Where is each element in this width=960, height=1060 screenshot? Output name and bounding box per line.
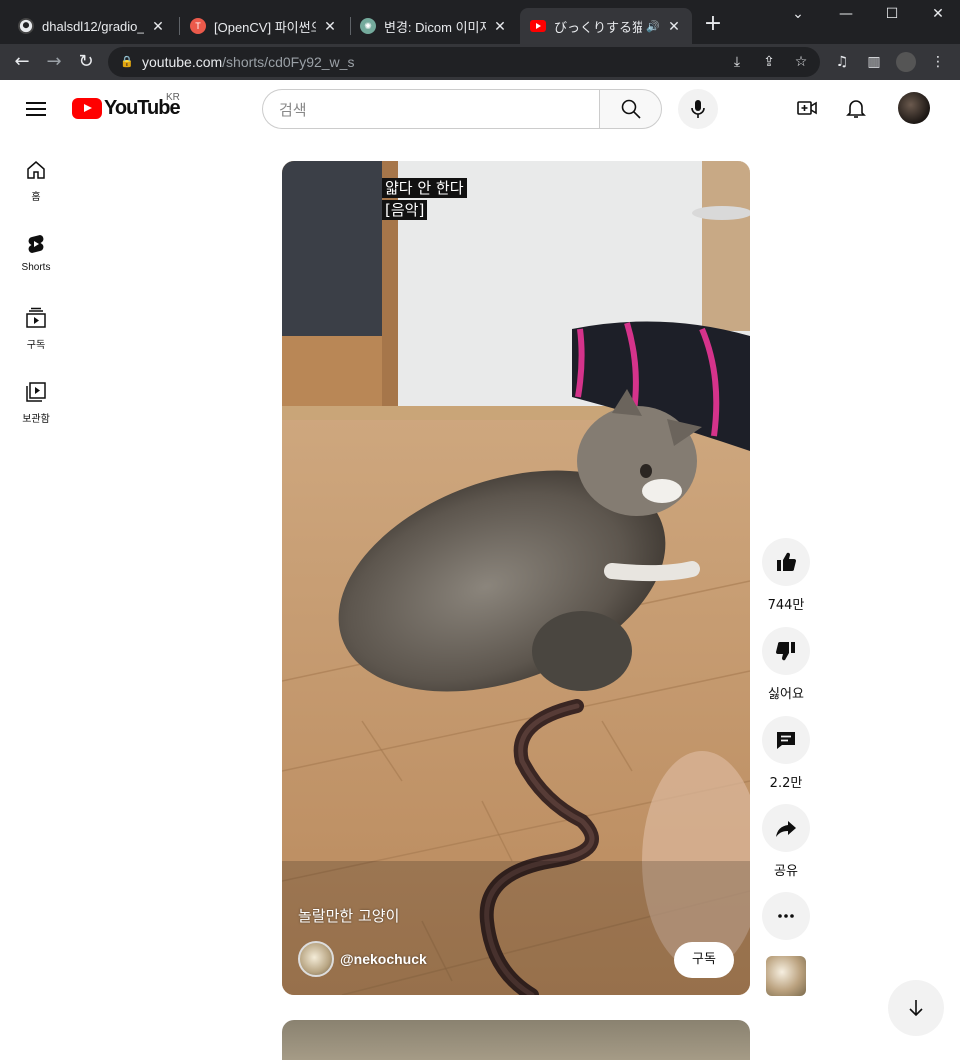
bookmark-star-icon[interactable]: ☆ bbox=[792, 53, 810, 71]
comment-icon bbox=[777, 732, 795, 749]
back-icon[interactable]: ← bbox=[10, 50, 34, 74]
share-label: 공유 bbox=[774, 864, 798, 879]
speaker-icon[interactable]: 🔊 bbox=[646, 20, 660, 33]
comment-count: 2.2만 bbox=[769, 776, 803, 791]
guide-menu-icon[interactable] bbox=[24, 98, 48, 118]
search-button[interactable] bbox=[599, 89, 662, 129]
region-code: KR bbox=[166, 92, 180, 103]
notifications-bell-icon[interactable] bbox=[844, 96, 868, 120]
comments-action[interactable]: 2.2만 bbox=[762, 716, 810, 791]
reload-icon[interactable]: ↻ bbox=[74, 50, 98, 74]
more-actions[interactable] bbox=[762, 892, 810, 940]
close-tab-icon[interactable]: ✕ bbox=[666, 18, 682, 35]
tab-title: びっくりする猫 bbox=[554, 19, 643, 35]
menu-kebab-icon[interactable]: ⋮ bbox=[928, 52, 948, 72]
browser-tab[interactable]: T [OpenCV] 파이썬으 ✕ bbox=[180, 8, 348, 44]
short-title[interactable]: 놀랄만한 고양이 bbox=[298, 905, 399, 926]
github-icon bbox=[18, 18, 34, 34]
address-bar[interactable]: 🔒 youtube.com/shorts/cd0Fy92_w_s ⤓ ⇪ ☆ bbox=[108, 47, 820, 77]
more-options-button[interactable] bbox=[762, 892, 810, 940]
lock-icon: 🔒 bbox=[120, 55, 134, 68]
guide-item-subscriptions[interactable]: 구독 bbox=[4, 306, 68, 366]
side-panel-icon[interactable]: ▥ bbox=[864, 52, 884, 72]
comments-button[interactable] bbox=[762, 716, 810, 764]
minimize-icon[interactable]: — bbox=[836, 6, 856, 26]
share-button[interactable] bbox=[762, 804, 810, 852]
tab-search-icon[interactable]: ⌄ bbox=[788, 6, 808, 26]
subscriptions-icon bbox=[26, 307, 46, 328]
close-window-icon[interactable]: ✕ bbox=[928, 6, 948, 26]
dislike-button[interactable] bbox=[762, 627, 810, 675]
search-input[interactable]: 검색 bbox=[262, 89, 599, 129]
like-count: 744만 bbox=[767, 598, 805, 613]
close-tab-icon[interactable]: ✕ bbox=[150, 18, 166, 35]
maximize-icon[interactable]: ☐ bbox=[882, 6, 902, 26]
tistory-icon: T bbox=[190, 18, 206, 34]
account-avatar[interactable] bbox=[898, 92, 930, 124]
forward-icon[interactable]: → bbox=[42, 50, 66, 74]
library-icon bbox=[26, 382, 46, 402]
close-tab-icon[interactable]: ✕ bbox=[492, 18, 508, 35]
voice-search-button[interactable] bbox=[678, 89, 718, 129]
tab-title: 변경: Dicom 이미지 bbox=[384, 19, 486, 35]
thumbs-down-icon bbox=[776, 642, 795, 661]
channel-name[interactable]: @nekochuck bbox=[340, 951, 427, 967]
browser-tab[interactable]: ✺ 변경: Dicom 이미지 ✕ bbox=[350, 8, 518, 44]
browser-toolbar: ← → ↻ 🔒 youtube.com/shorts/cd0Fy92_w_s ⤓… bbox=[0, 44, 960, 80]
youtube-play-icon bbox=[72, 97, 102, 119]
channel-avatar[interactable] bbox=[298, 941, 334, 977]
share-page-icon[interactable]: ⇪ bbox=[760, 53, 778, 71]
tab-title: dhalsdl12/gradio_d bbox=[42, 18, 144, 34]
home-icon bbox=[27, 161, 45, 179]
sound-thumbnail[interactable] bbox=[766, 956, 806, 996]
yt-masthead: YouTube KR 검색 bbox=[0, 80, 960, 136]
install-app-icon[interactable]: ⤓ bbox=[728, 53, 746, 71]
mic-icon bbox=[691, 100, 705, 118]
profile-avatar-icon[interactable] bbox=[896, 52, 916, 72]
thumbs-up-icon bbox=[777, 552, 796, 571]
youtube-icon bbox=[530, 18, 546, 34]
channel-info: @nekochuck bbox=[298, 941, 427, 977]
more-horizontal-icon bbox=[778, 914, 794, 918]
video-frame bbox=[282, 161, 750, 995]
media-control-icon[interactable]: ♫ bbox=[832, 52, 852, 72]
shorts-icon bbox=[28, 235, 44, 253]
guide-item-shorts[interactable]: Shorts bbox=[4, 232, 68, 292]
search-icon bbox=[621, 99, 641, 119]
close-tab-icon[interactable]: ✕ bbox=[322, 18, 338, 35]
dislike-action[interactable]: 싫어요 bbox=[762, 627, 810, 702]
guide-item-library[interactable]: 보관함 bbox=[4, 380, 68, 440]
new-tab-icon[interactable]: + bbox=[702, 13, 724, 36]
next-short-preview[interactable] bbox=[282, 1020, 750, 1060]
chatgpt-icon: ✺ bbox=[360, 18, 376, 34]
url-text: youtube.com/shorts/cd0Fy92_w_s bbox=[142, 54, 355, 70]
caption-line: [음악] bbox=[382, 200, 428, 220]
tab-title: [OpenCV] 파이썬으 bbox=[214, 19, 316, 35]
youtube-logo[interactable]: YouTube KR bbox=[72, 92, 181, 120]
subscribe-button[interactable]: 구독 bbox=[674, 942, 734, 978]
next-short-button[interactable] bbox=[888, 980, 944, 1036]
create-video-icon[interactable] bbox=[795, 96, 819, 120]
arrow-down-icon bbox=[909, 1000, 923, 1017]
like-button[interactable] bbox=[762, 538, 810, 586]
share-arrow-icon bbox=[776, 821, 796, 837]
guide-item-home[interactable]: 홈 bbox=[4, 158, 68, 218]
browser-tab-strip: dhalsdl12/gradio_d ✕ T [OpenCV] 파이썬으 ✕ ✺… bbox=[0, 0, 960, 44]
browser-tab-active[interactable]: びっくりする猫 🔊 ✕ bbox=[520, 8, 692, 44]
share-action[interactable]: 공유 bbox=[762, 804, 810, 879]
shorts-video-player[interactable]: 얇다 안 한다 [음악] 놀랄만한 고양이 @nekochuck 구독 bbox=[282, 161, 750, 995]
browser-tab[interactable]: dhalsdl12/gradio_d ✕ bbox=[8, 8, 176, 44]
dislike-label: 싫어요 bbox=[768, 687, 804, 702]
like-action[interactable]: 744만 bbox=[762, 538, 810, 613]
caption-line: 얇다 안 한다 bbox=[382, 178, 467, 198]
